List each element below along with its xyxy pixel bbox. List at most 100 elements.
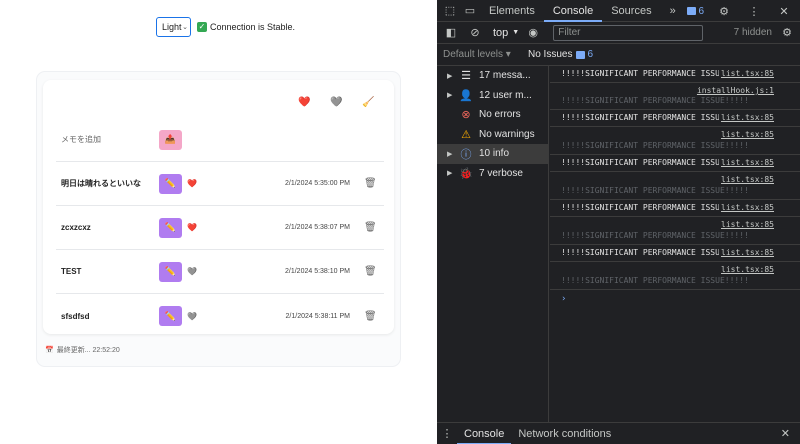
edit-button[interactable]: ✏️ xyxy=(159,173,182,194)
sidebar-item-verbose[interactable]: ▶ 🐞 7 verbose xyxy=(437,164,548,184)
message-text: !!!!!SIGNIFICANT PERFORMANCE ISSUE!!!!! xyxy=(561,276,749,285)
context-select[interactable]: top ▼ xyxy=(493,27,519,39)
kebab-menu-icon[interactable]: ⋮ xyxy=(744,5,764,18)
close-icon[interactable]: ✕ xyxy=(774,5,794,18)
device-toolbar-icon[interactable]: ▭ xyxy=(460,4,480,17)
theme-select[interactable]: Light ⌄ xyxy=(156,17,191,37)
console-message: !!!!!SIGNIFICANT PERFORMANCE ISSUE!!!!! l… xyxy=(550,110,800,127)
devtools-tab-actions: 6 ⚙ ⋮ ✕ xyxy=(687,0,794,22)
source-link[interactable]: list.tsx:85 xyxy=(719,130,774,140)
error-icon: ⊗ xyxy=(461,109,471,122)
trash-icon[interactable]: 🗑 xyxy=(364,311,377,322)
source-link[interactable]: list.tsx:85 xyxy=(719,265,774,275)
user-icon: 👤 xyxy=(459,89,473,102)
sidebar-item-messages[interactable]: ▶ ☰ 17 messa... xyxy=(437,66,548,86)
tab-console[interactable]: Console xyxy=(543,0,603,22)
devtools-tab-bar: ⬚ ▭ Elements Console Sources » 6 ⚙ ⋮ ✕ xyxy=(437,0,800,22)
memo-timestamp: 2/1/2024 5:38:07 PM xyxy=(285,224,350,231)
issues-count-value: 6 xyxy=(587,49,594,60)
calendar-icon: 📅 xyxy=(45,347,54,354)
caret-down-icon: ▼ xyxy=(512,29,520,36)
filter-gray-heart-icon[interactable]: 🩶 xyxy=(330,97,342,109)
info-icon: ⓘ xyxy=(460,148,472,161)
memo-row: sfsdfsd ✏️ 🩶 2/1/2024 5:38:11 PM 🗑 xyxy=(56,294,384,338)
more-tabs-button[interactable]: » xyxy=(661,0,685,22)
memo-card: ❤️ 🩶 🧹 メモを追加 📤 明日は晴れるといいな ✏️ ❤️ 2/1/2024… xyxy=(43,80,394,334)
add-memo-button[interactable]: 📤 xyxy=(159,129,182,150)
source-link[interactable]: list.tsx:85 xyxy=(719,158,774,168)
memo-title[interactable]: sfsdfsd xyxy=(56,312,159,321)
memo-row: TEST ✏️ 🩶 2/1/2024 5:38:10 PM 🗑 xyxy=(56,250,384,294)
kebab-menu-icon[interactable]: ⋮ xyxy=(437,427,457,440)
edit-button[interactable]: ✏️ xyxy=(159,261,182,282)
source-link[interactable]: list.tsx:85 xyxy=(719,220,774,230)
tab-elements[interactable]: Elements xyxy=(480,0,544,22)
memo-title[interactable]: TEST xyxy=(56,267,159,276)
new-memo-input[interactable]: メモを追加 xyxy=(56,134,159,145)
memo-title[interactable]: 明日は晴れるといいな xyxy=(56,178,159,189)
source-link[interactable]: installHook.js:1 xyxy=(561,86,774,96)
source-link[interactable]: list.tsx:85 xyxy=(719,175,774,185)
sidebar-item-label: No errors xyxy=(479,109,521,121)
console-prompt[interactable]: › xyxy=(550,290,800,308)
console-message: installHook.js:1 !!!!!SIGNIFICANT PERFORM… xyxy=(550,83,800,110)
issues-count: 6 xyxy=(576,49,593,60)
close-drawer-icon[interactable]: ✕ xyxy=(781,427,790,440)
sidebar-item-info[interactable]: ▶ ⓘ 10 info xyxy=(437,144,548,164)
sidebar-toggle-icon[interactable]: ◧ xyxy=(441,26,461,39)
console-message: list.tsx:85 !!!!!SIGNIFICANT PERFORMANCE … xyxy=(550,127,800,155)
console-message: list.tsx:85 !!!!!SIGNIFICANT PERFORMANCE … xyxy=(550,262,800,290)
console-toolbar: ◧ ⊘ top ▼ ◉ Filter 7 hidden ⚙ xyxy=(437,22,800,44)
message-text: !!!!!SIGNIFICANT PERFORMANCE ISSUE!!!!! xyxy=(561,231,749,240)
edit-button[interactable]: ✏️ xyxy=(159,306,182,326)
drawer-tab-network-conditions[interactable]: Network conditions xyxy=(511,423,618,444)
favorite-heart-icon[interactable]: ❤️ xyxy=(187,179,197,188)
gear-icon[interactable]: ⚙ xyxy=(714,5,734,18)
inspect-element-icon[interactable]: ⬚ xyxy=(440,4,460,17)
context-value: top xyxy=(493,26,509,39)
eye-icon[interactable]: ◉ xyxy=(523,26,543,39)
source-link[interactable]: list.tsx:85 xyxy=(719,203,774,213)
check-icon: ✓ xyxy=(197,22,207,32)
tab-sources[interactable]: Sources xyxy=(602,0,660,22)
trash-icon[interactable]: 🗑 xyxy=(364,178,377,189)
filter-favorite-heart-icon[interactable]: ❤️ xyxy=(298,97,310,109)
console-message: !!!!!SIGNIFICANT PERFORMANCE ISSUE!!!!! l… xyxy=(550,200,800,217)
sidebar-item-warnings[interactable]: ⚠ No warnings xyxy=(437,125,548,145)
caret-right-icon: ▶ xyxy=(447,72,453,80)
last-updated: 📅 最終更新... 22:52:20 xyxy=(45,345,120,355)
issues-summary[interactable]: No Issues 6 xyxy=(528,49,593,60)
upload-icon: 📤 xyxy=(164,134,177,144)
sidebar-item-user-messages[interactable]: ▶ 👤 12 user m... xyxy=(437,86,548,106)
edit-button[interactable]: ✏️ xyxy=(159,217,182,238)
caret-right-icon: ▶ xyxy=(447,170,453,178)
message-text: !!!!!SIGNIFICANT PERFORMANCE ISSUE!!!!! xyxy=(561,141,749,150)
new-memo-row: メモを追加 📤 xyxy=(56,118,384,162)
sidebar-item-errors[interactable]: ⊗ No errors xyxy=(437,105,548,125)
favorite-gray-heart-icon[interactable]: 🩶 xyxy=(187,267,197,276)
caret-right-icon: ▶ xyxy=(447,92,453,100)
source-link[interactable]: list.tsx:85 xyxy=(719,69,774,79)
clear-console-icon[interactable]: ⊘ xyxy=(465,26,485,39)
favorite-heart-icon[interactable]: ❤️ xyxy=(187,223,197,232)
chevron-down-icon: ⌄ xyxy=(182,24,188,31)
devtools-panel: ⬚ ▭ Elements Console Sources » 6 ⚙ ⋮ ✕ ◧… xyxy=(437,0,800,444)
issues-badge[interactable]: 6 xyxy=(687,6,704,17)
broom-icon[interactable]: 🧹 xyxy=(362,97,374,109)
memo-row: zcxzcxz ✏️ ❤️ 2/1/2024 5:38:07 PM 🗑 xyxy=(56,206,384,250)
default-levels-dropdown[interactable]: Default levels ▾ xyxy=(443,49,511,60)
filter-input[interactable]: Filter xyxy=(553,24,704,41)
issues-label: No Issues xyxy=(528,49,573,60)
favorite-gray-heart-icon[interactable]: 🩶 xyxy=(187,312,197,321)
console-settings-icon[interactable]: ⚙ xyxy=(782,26,792,39)
source-link[interactable]: list.tsx:85 xyxy=(719,248,774,258)
trash-icon[interactable]: 🗑 xyxy=(364,222,377,233)
drawer-tab-console[interactable]: Console xyxy=(457,423,512,444)
caret-right-icon: ▶ xyxy=(447,150,453,158)
console-message: list.tsx:85 !!!!!SIGNIFICANT PERFORMANCE … xyxy=(550,172,800,200)
source-link[interactable]: list.tsx:85 xyxy=(719,113,774,123)
connection-status: ✓ Connection is Stable. xyxy=(197,22,295,32)
trash-icon[interactable]: 🗑 xyxy=(364,266,377,277)
list-icon: ☰ xyxy=(461,70,471,83)
memo-title[interactable]: zcxzcxz xyxy=(56,223,159,232)
